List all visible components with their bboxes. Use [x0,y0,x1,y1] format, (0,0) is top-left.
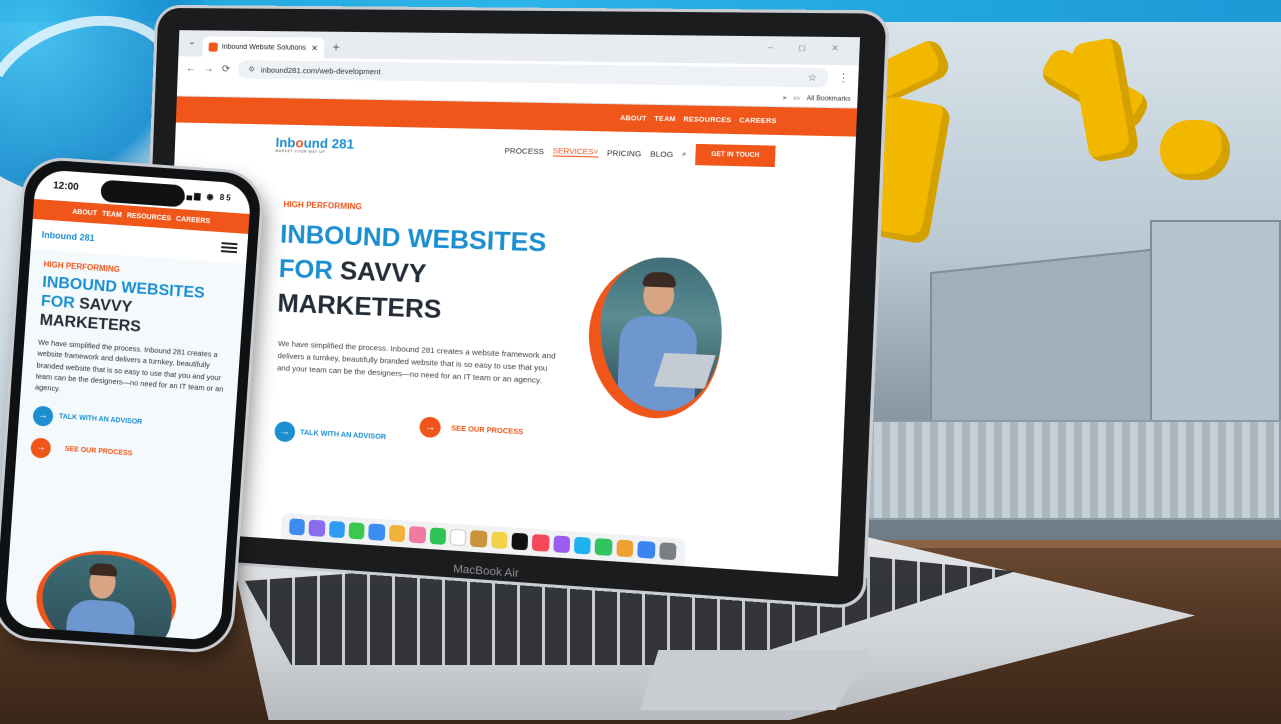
get-in-touch-button[interactable]: GET IN TOUCH [695,143,776,168]
process-label: SEE OUR PROCESS [64,446,133,458]
nav-pricing[interactable]: PRICING [607,148,642,158]
pages-icon[interactable] [616,539,634,558]
arrow-right-icon: → [30,437,52,459]
notes-icon[interactable] [490,531,508,550]
nav-services-label: SERVICES [552,145,594,157]
status-time: 12:00 [52,179,80,193]
smartphone: 12:00 ▂▄▆ ◉ 85 ABOUT TEAM RESOURCES CARE… [0,158,263,652]
chevron-down-icon: ˅ [593,146,599,157]
calendar-icon[interactable] [449,528,467,547]
status-icons: ▂▄▆ ◉ 85 [178,189,234,203]
topbar-link-about[interactable]: ABOUT [620,114,647,122]
laptop-trackpad [640,650,870,710]
logo-tagline: MARKET YOUR WAY UP [275,149,326,155]
topbar-link-team[interactable]: TEAM [654,115,676,123]
hero-description: We have simplified the process. Inbound … [34,337,224,394]
headline-savvy: SAVVY [78,295,133,317]
app-store-icon[interactable] [637,540,655,559]
finder-icon[interactable] [289,518,306,536]
arrow-right-icon: → [32,405,54,427]
see-our-process-button[interactable]: → SEE OUR PROCESS [30,437,223,470]
all-bookmarks-link[interactable]: All Bookmarks [807,95,851,102]
phone-screen: 12:00 ▂▄▆ ◉ 85 ABOUT TEAM RESOURCES CARE… [4,169,252,641]
topbar-link-team[interactable]: TEAM [102,210,122,218]
nav-services[interactable]: SERVICES˅ [552,145,599,158]
safari-icon[interactable] [328,520,346,539]
menu-kebab-icon[interactable]: ⋮ [837,72,849,84]
hero-headline: INBOUND WEBSITES FOR SAVVY MARKETERS [277,218,547,332]
talk-with-advisor-button[interactable]: → TALK WITH AN ADVISOR [274,420,387,448]
factory-machine [1150,220,1281,440]
person-body [63,598,137,641]
maps-icon[interactable] [388,524,406,543]
bookmark-star-icon[interactable]: ☆ [808,72,818,84]
new-tab-button[interactable]: + [332,40,340,54]
launchpad-icon[interactable] [308,519,326,537]
person-hair [89,562,118,577]
topbar-link-careers[interactable]: CAREERS [176,215,211,224]
close-tab-icon[interactable]: ✕ [311,43,318,52]
favicon-icon [208,42,218,52]
nav-blog[interactable]: BLOG [650,149,673,159]
numbers-icon[interactable] [595,538,613,556]
factory-conveyor [840,420,1281,520]
messages-icon[interactable] [348,522,366,540]
topbar-link-careers[interactable]: CAREERS [739,117,777,125]
search-icon[interactable]: ⌕ [682,149,687,160]
site-info-icon[interactable]: ⚙ [248,65,255,73]
back-arrow-icon[interactable]: ← [186,63,196,74]
mail-icon[interactable] [368,523,386,541]
tv-icon[interactable] [511,532,529,551]
process-label: SEE OUR PROCESS [451,424,524,436]
hero-headline: INBOUND WEBSITES FOR SAVVY MARKETERS [39,273,235,344]
nav-process[interactable]: PROCESS [504,145,544,155]
browser-tab[interactable]: Inbound Website Solutions and ✕ [202,36,325,59]
arrow-right-icon: → [419,416,442,439]
headline-for: FOR [278,254,334,285]
topbar-link-resources[interactable]: RESOURCES [683,115,731,123]
hamburger-menu-icon[interactable] [220,242,238,254]
see-our-process-button[interactable]: → SEE OUR PROCESS [419,416,523,442]
music-icon[interactable] [532,534,550,552]
podcasts-icon[interactable] [553,535,571,554]
mobile-logo[interactable]: Inbound 281 [41,230,95,244]
tab-search-icon[interactable]: ⌄ [185,36,199,50]
advisor-label: TALK WITH AN ADVISOR [300,428,387,441]
contacts-icon[interactable] [470,530,488,548]
hero-eyebrow: HIGH PERFORMING [283,199,363,212]
tab-title: Inbound Website Solutions and [221,43,308,52]
topbar-link-about[interactable]: ABOUT [72,208,97,217]
mobile-hero: HIGH PERFORMING INBOUND WEBSITES FOR SAV… [4,248,247,641]
topbar-link-resources[interactable]: RESOURCES [127,212,172,222]
forward-arrow-icon[interactable]: → [204,63,214,74]
reload-icon[interactable]: ⟳ [222,63,231,74]
laptop-screen: ⌄ Inbound Website Solutions and ✕ + – ◻ … [160,30,861,577]
headline-for: FOR [40,292,76,313]
person-hair [642,271,677,288]
headline-savvy: SAVVY [339,256,427,289]
photos-icon[interactable] [408,526,426,544]
facetime-icon[interactable] [429,527,447,545]
arrow-right-icon: → [274,420,296,443]
advisor-label: TALK WITH AN ADVISOR [58,413,143,427]
folder-icon: ▭ [793,95,800,103]
chevron-right-icon[interactable]: » [783,95,787,101]
url-text: inbound281.com/web-development [260,64,381,76]
hero-section: HIGH PERFORMING INBOUND WEBSITES FOR SAV… [161,162,855,547]
settings-icon[interactable] [658,542,677,561]
robot-arm [1160,120,1230,180]
talk-with-advisor-button[interactable]: → TALK WITH AN ADVISOR [32,405,225,438]
hero-photo-man-with-laptop [38,550,176,641]
keynote-icon[interactable] [573,536,592,555]
hero-description: We have simplified the process. Inbound … [276,338,556,386]
main-nav: PROCESS SERVICES˅ PRICING BLOG ⌕ GET IN … [504,140,776,168]
window-controls[interactable]: – ◻ ✕ [768,43,851,54]
site-logo[interactable]: Inbound 281 MARKET YOUR WAY UP [275,135,354,156]
laptop-icon [653,352,716,389]
